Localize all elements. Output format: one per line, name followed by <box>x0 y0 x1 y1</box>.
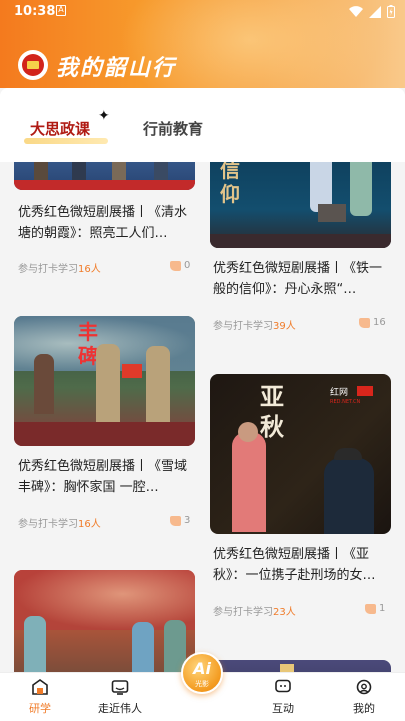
nav-label: 我的 <box>353 702 375 715</box>
nav-label: 互动 <box>272 702 294 715</box>
like-count[interactable]: 0 <box>170 260 190 271</box>
video-thumbnail[interactable] <box>210 660 391 672</box>
checkin-count: 参与打卡学习16人 <box>18 519 101 530</box>
ai-button-sub: 光影 <box>195 680 209 688</box>
app-header: 10:38 A 我的韶山行 <box>0 0 405 88</box>
profile-icon <box>356 679 372 695</box>
tv-icon <box>111 680 129 695</box>
brand-title: 我的韶山行 <box>56 55 177 81</box>
thumbnail-text: 亚秋 <box>260 382 284 441</box>
video-thumbnail[interactable] <box>14 570 195 672</box>
nav-item-hudong[interactable]: 互动 <box>243 673 323 721</box>
like-count[interactable]: 3 <box>170 515 190 526</box>
checkin-count: 参与打卡学习16人 <box>18 264 101 275</box>
checkin-count: 参与打卡学习23人 <box>213 607 296 618</box>
like-count[interactable]: 1 <box>365 603 385 614</box>
sparkle-icon: ✦ <box>98 108 110 124</box>
app-logo <box>18 50 48 80</box>
thumbnail-text: 信仰 <box>220 162 240 206</box>
nav-label: 研学 <box>29 702 51 715</box>
sim-icon: A <box>56 5 66 16</box>
video-title[interactable]: 优秀红色微短剧展播丨《清水塘的朝霞》：照亮工人们… <box>18 202 193 244</box>
status-time: 10:38 <box>14 4 56 19</box>
ai-button-label: Ai <box>193 659 211 678</box>
nav-label: 走近伟人 <box>98 702 142 715</box>
thumbs-up-icon <box>365 603 376 614</box>
nav-item-wode[interactable]: 我的 <box>324 673 404 721</box>
video-thumbnail[interactable] <box>14 162 195 190</box>
wifi-icon <box>349 5 363 17</box>
chat-icon <box>275 679 291 693</box>
thumbs-up-icon <box>170 260 181 271</box>
nav-item-zoujinweiren[interactable]: 走近伟人 <box>80 673 160 721</box>
status-icons <box>349 5 395 18</box>
content-feed[interactable]: 优秀红色微短剧展播丨《清水塘的朝霞》：照亮工人们… 参与打卡学习16人 0 丰碑… <box>0 162 405 672</box>
video-title[interactable]: 优秀红色微短剧展播丨《雪域丰碑》：胸怀家国 一腔… <box>18 456 193 498</box>
tab-dasizhengke[interactable]: 大思政课 ✦ <box>30 108 110 139</box>
battery-icon <box>387 5 395 18</box>
checkin-count: 参与打卡学习39人 <box>213 321 296 332</box>
video-title[interactable]: 优秀红色微短剧展播丨《亚秋》：一位携子赴刑场的女… <box>213 544 390 586</box>
home-icon <box>32 679 48 695</box>
thumbs-up-icon <box>170 515 181 526</box>
video-title[interactable]: 优秀红色微短剧展播丨《铁一般的信仰》：丹心永照“… <box>213 258 390 300</box>
ai-button[interactable]: Ai 光影 <box>181 652 223 694</box>
tab-dasizhengke-label: 大思政课 <box>30 120 91 138</box>
logo-badge <box>357 385 374 396</box>
thumbs-up-icon <box>359 317 370 328</box>
thumbnail-logo: 红网 RED.NET.CN <box>330 380 386 405</box>
video-thumbnail[interactable]: 亚秋 红网 RED.NET.CN <box>210 374 391 534</box>
nav-item-yanxue[interactable]: 研学 <box>0 673 80 721</box>
video-thumbnail[interactable]: 丰碑 <box>14 316 195 446</box>
video-thumbnail[interactable]: 信仰 <box>210 162 391 248</box>
signal-icon <box>369 5 381 18</box>
tab-xingqianjiaoyu[interactable]: 行前教育 <box>143 118 203 139</box>
like-count[interactable]: 16 <box>359 317 386 328</box>
status-bar: 10:38 A <box>0 0 405 24</box>
